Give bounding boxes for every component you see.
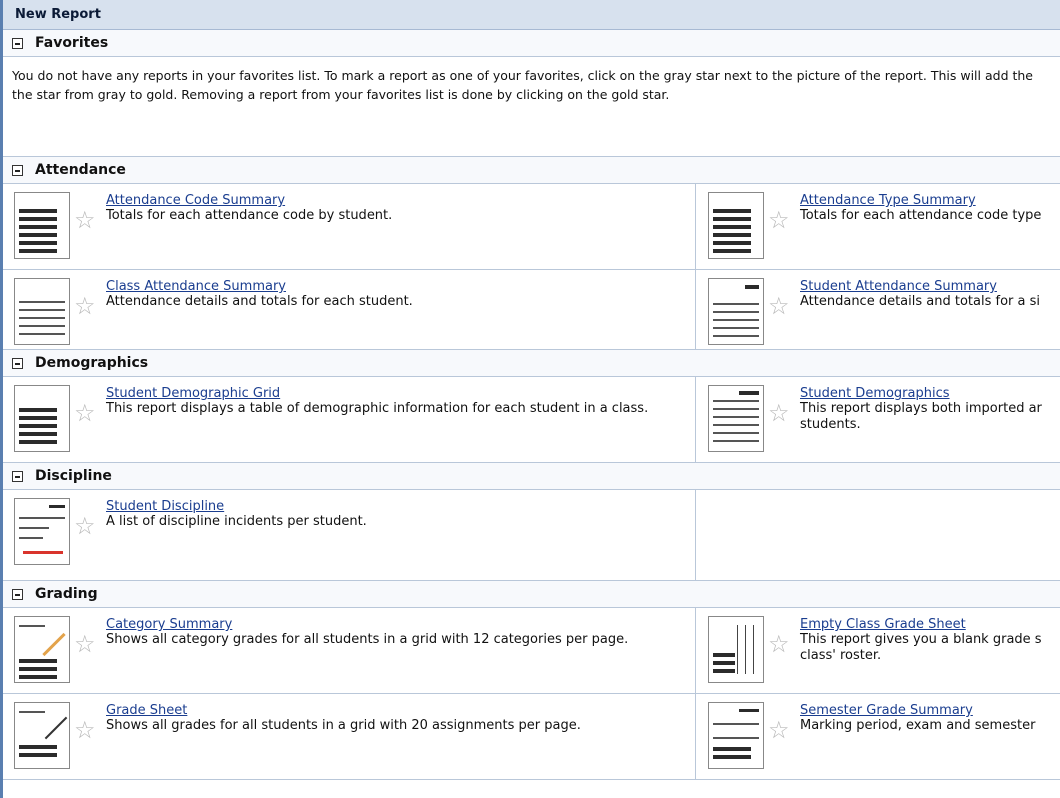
- star-icon[interactable]: ☆: [768, 294, 792, 349]
- report-link[interactable]: Student Demographic Grid: [106, 386, 648, 401]
- star-icon[interactable]: ☆: [74, 294, 98, 349]
- section-title: Attendance: [35, 162, 126, 178]
- report-description: Marking period, exam and semester: [800, 718, 1036, 733]
- report-item-empty: [696, 490, 1060, 580]
- favorites-message: You do not have any reports in your favo…: [3, 57, 1060, 157]
- section-title: Discipline: [35, 468, 112, 484]
- report-item: ☆ Grade Sheet Shows all grades for all s…: [3, 694, 696, 779]
- star-icon[interactable]: ☆: [768, 632, 792, 693]
- report-row: ☆ Attendance Code Summary Totals for eac…: [3, 184, 1060, 270]
- report-description: Totals for each attendance code by stude…: [106, 208, 393, 223]
- report-description: Attendance details and totals for each s…: [106, 294, 413, 309]
- section-attendance[interactable]: Attendance: [3, 157, 1060, 184]
- report-link[interactable]: Student Demographics: [800, 386, 1042, 401]
- star-icon[interactable]: ☆: [74, 208, 98, 269]
- collapse-icon[interactable]: [12, 37, 23, 49]
- section-title: Grading: [35, 586, 98, 602]
- report-thumbnail[interactable]: [708, 702, 764, 769]
- report-description: Attendance details and totals for a si: [800, 294, 1040, 309]
- report-window: New Report Favorites You do not have any…: [0, 0, 1060, 798]
- collapse-icon[interactable]: [12, 470, 23, 482]
- report-item: ☆ Student Demographics This report displ…: [696, 377, 1060, 462]
- report-thumbnail[interactable]: [708, 192, 764, 259]
- section-demographics[interactable]: Demographics: [3, 350, 1060, 377]
- report-thumbnail[interactable]: [14, 385, 70, 452]
- report-link[interactable]: Student Discipline: [106, 499, 367, 514]
- favorites-message-line: You do not have any reports in your favo…: [12, 68, 1033, 83]
- star-icon[interactable]: ☆: [74, 514, 98, 580]
- report-item: ☆ Student Discipline A list of disciplin…: [3, 490, 696, 580]
- section-favorites[interactable]: Favorites: [3, 30, 1060, 57]
- report-link[interactable]: Student Attendance Summary: [800, 279, 1040, 294]
- collapse-icon[interactable]: [12, 164, 23, 176]
- favorites-message-line: the star from gray to gold. Removing a r…: [12, 87, 670, 102]
- report-row: ☆ Grade Sheet Shows all grades for all s…: [3, 694, 1060, 780]
- report-link[interactable]: Attendance Code Summary: [106, 193, 392, 208]
- report-item: ☆ Student Demographic Grid This report d…: [3, 377, 696, 462]
- report-item: ☆ Attendance Type Summary Totals for eac…: [696, 184, 1060, 269]
- report-item: ☆ Attendance Code Summary Totals for eac…: [3, 184, 696, 269]
- report-thumbnail[interactable]: [14, 702, 70, 769]
- report-thumbnail[interactable]: [708, 278, 764, 345]
- report-link[interactable]: Semester Grade Summary: [800, 703, 1035, 718]
- star-icon[interactable]: ☆: [768, 401, 792, 462]
- report-row: ☆ Student Discipline A list of disciplin…: [3, 490, 1060, 581]
- report-item: ☆ Semester Grade Summary Marking period,…: [696, 694, 1060, 779]
- report-row: ☆ Student Demographic Grid This report d…: [3, 377, 1060, 463]
- section-title: Demographics: [35, 355, 149, 371]
- report-description: Shows all grades for all students in a g…: [106, 718, 581, 733]
- star-icon[interactable]: ☆: [74, 401, 98, 462]
- report-description: This report gives you a blank grade s: [800, 632, 1042, 647]
- report-link[interactable]: Grade Sheet: [106, 703, 581, 718]
- report-description: Totals for each attendance code type: [800, 208, 1042, 223]
- report-thumbnail[interactable]: [14, 498, 70, 565]
- report-thumbnail[interactable]: [14, 616, 70, 683]
- collapse-icon[interactable]: [12, 588, 23, 600]
- star-icon[interactable]: ☆: [74, 718, 98, 779]
- report-item: ☆ Category Summary Shows all category gr…: [3, 608, 696, 693]
- report-item: ☆ Student Attendance Summary Attendance …: [696, 270, 1060, 349]
- report-description: Shows all category grades for all studen…: [106, 632, 629, 647]
- report-description: This report displays a table of demograp…: [106, 401, 649, 416]
- report-description: This report displays both imported ar: [800, 401, 1042, 416]
- report-row: ☆ Class Attendance Summary Attendance de…: [3, 270, 1060, 350]
- section-grading[interactable]: Grading: [3, 581, 1060, 608]
- report-thumbnail[interactable]: [14, 192, 70, 259]
- report-thumbnail[interactable]: [14, 278, 70, 345]
- star-icon[interactable]: ☆: [768, 718, 792, 779]
- report-thumbnail[interactable]: [708, 385, 764, 452]
- star-icon[interactable]: ☆: [74, 632, 98, 693]
- report-description: A list of discipline incidents per stude…: [106, 514, 367, 529]
- report-thumbnail[interactable]: [708, 616, 764, 683]
- report-item: ☆ Empty Class Grade Sheet This report gi…: [696, 608, 1060, 693]
- report-link[interactable]: Attendance Type Summary: [800, 193, 1041, 208]
- collapse-icon[interactable]: [12, 357, 23, 369]
- report-description: students.: [800, 417, 861, 432]
- window-title: New Report: [3, 0, 1060, 30]
- report-link[interactable]: Empty Class Grade Sheet: [800, 617, 1042, 632]
- star-icon[interactable]: ☆: [768, 208, 792, 269]
- section-discipline[interactable]: Discipline: [3, 463, 1060, 490]
- report-item: ☆ Class Attendance Summary Attendance de…: [3, 270, 696, 349]
- report-description: class' roster.: [800, 648, 882, 663]
- report-row: ☆ Category Summary Shows all category gr…: [3, 608, 1060, 694]
- section-title: Favorites: [35, 35, 109, 51]
- report-link[interactable]: Class Attendance Summary: [106, 279, 413, 294]
- report-link[interactable]: Category Summary: [106, 617, 628, 632]
